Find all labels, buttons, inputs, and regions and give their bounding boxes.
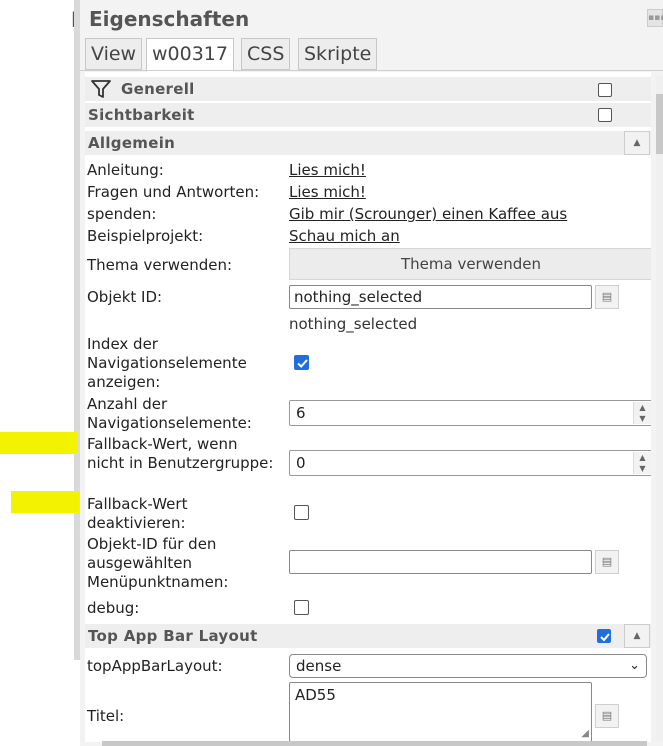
label-fallback-deakt: Fallback-Wert deaktivieren: xyxy=(87,495,188,532)
properties-panel: Eigenschaften ▪▪▪ View w00317 CSS Skript… xyxy=(80,0,663,746)
label-thema: Thema verwenden: xyxy=(87,256,233,274)
fallback-value: 0 xyxy=(296,454,306,472)
group-top-app-bar[interactable]: Top App Bar Layout ▲ xyxy=(85,624,651,648)
fallback-deakt-checkbox[interactable] xyxy=(294,505,309,520)
collapse-icon[interactable]: ▲ xyxy=(624,131,650,155)
group-top-app-bar-label: Top App Bar Layout xyxy=(88,627,258,645)
layout-select-value: dense xyxy=(296,657,342,675)
layout-select[interactable]: dense ⌄ xyxy=(289,654,647,678)
group-generell[interactable]: Generell xyxy=(85,77,651,101)
panel-titlebar: Eigenschaften ▪▪▪ xyxy=(80,0,663,36)
label-objekt-menu: Objekt-ID für den ausgewählten Menüpunkt… xyxy=(87,535,229,591)
label-anleitung: Anleitung: xyxy=(87,161,164,179)
group-sichtbarkeit[interactable]: Sichtbarkeit xyxy=(85,103,651,127)
fallback-spinner[interactable]: 0 ▲ ▼ xyxy=(289,450,651,476)
horizontal-scrollbar[interactable] xyxy=(102,741,647,746)
tab-widget[interactable]: w00317 xyxy=(146,38,234,72)
panel-grip-icon[interactable]: ▪▪▪ xyxy=(647,9,663,27)
label-layout: topAppBarLayout: xyxy=(87,657,223,675)
select-object-icon[interactable]: ▤ xyxy=(595,704,619,728)
vertical-scrollbar[interactable] xyxy=(656,76,663,741)
label-index-nav: Index der Navigationselemente anzeigen: xyxy=(87,335,247,391)
chevron-down-icon: ⌄ xyxy=(629,658,640,673)
vertical-scrollbar-thumb[interactable] xyxy=(656,94,663,154)
label-titel: Titel: xyxy=(87,707,125,725)
panel-title: Eigenschaften xyxy=(89,7,250,31)
properties-content: Generell Sichtbarkeit Allgemein ▲ Anleit… xyxy=(85,72,651,742)
tab-bar: View w00317 CSS Skripte xyxy=(85,38,663,72)
tab-css[interactable]: CSS xyxy=(241,38,291,70)
link-beispiel[interactable]: Schau mich an xyxy=(289,227,400,245)
link-anleitung[interactable]: Lies mich! xyxy=(289,161,366,179)
label-faq: Fragen und Antworten: xyxy=(87,183,260,201)
filter-icon[interactable] xyxy=(90,78,112,104)
spinner-arrows-icon[interactable]: ▲ ▼ xyxy=(633,402,651,424)
link-faq[interactable]: Lies mich! xyxy=(289,183,366,201)
label-debug: debug: xyxy=(87,599,140,617)
group-generell-label: Generell xyxy=(121,80,195,98)
label-objekt-id: Objekt ID: xyxy=(87,288,163,306)
objekt-id-field[interactable]: nothing_selected xyxy=(289,285,592,309)
label-spenden: spenden: xyxy=(87,205,157,223)
titel-textarea[interactable]: AD55 ◢ xyxy=(289,682,592,742)
group-sichtbarkeit-label: Sichtbarkeit xyxy=(88,106,195,124)
index-nav-checkbox[interactable] xyxy=(294,355,309,370)
select-object-icon[interactable]: ▤ xyxy=(595,550,619,574)
debug-checkbox[interactable] xyxy=(294,600,309,615)
anzahl-nav-spinner[interactable]: 6 ▲ ▼ xyxy=(289,400,651,426)
select-object-icon[interactable]: ▤ xyxy=(595,285,619,309)
label-anzahl-nav: Anzahl der Navigationselemente: xyxy=(87,395,252,432)
group-sichtbarkeit-checkbox[interactable] xyxy=(598,108,612,122)
collapse-icon[interactable]: ▲ xyxy=(624,624,650,648)
thema-verwenden-button[interactable]: Thema verwenden xyxy=(289,248,651,280)
label-beispiel: Beispielprojekt: xyxy=(87,227,204,245)
group-top-app-bar-checkbox[interactable] xyxy=(597,629,611,643)
highlight-mark-2 xyxy=(11,491,79,513)
label-fallback: Fallback-Wert, wenn nicht in Benutzergru… xyxy=(87,435,274,472)
link-spenden[interactable]: Gib mir (Scrounger) einen Kaffee aus xyxy=(289,205,567,223)
group-allgemein-label: Allgemein xyxy=(88,134,176,152)
tab-view[interactable]: View xyxy=(85,38,143,70)
objekt-id-hint: nothing_selected xyxy=(289,315,418,333)
left-pane xyxy=(0,0,78,746)
tab-divider xyxy=(80,70,663,71)
group-allgemein[interactable]: Allgemein ▲ xyxy=(85,131,651,155)
group-generell-checkbox[interactable] xyxy=(598,83,612,97)
spinner-arrows-icon[interactable]: ▲ ▼ xyxy=(633,452,651,474)
objekt-menu-field[interactable] xyxy=(289,550,592,574)
highlight-mark-1 xyxy=(0,432,77,454)
resize-handle-icon[interactable]: ◢ xyxy=(581,728,589,739)
tab-skripte[interactable]: Skripte xyxy=(298,38,378,70)
anzahl-nav-value: 6 xyxy=(296,404,306,422)
titel-value: AD55 xyxy=(295,686,336,704)
